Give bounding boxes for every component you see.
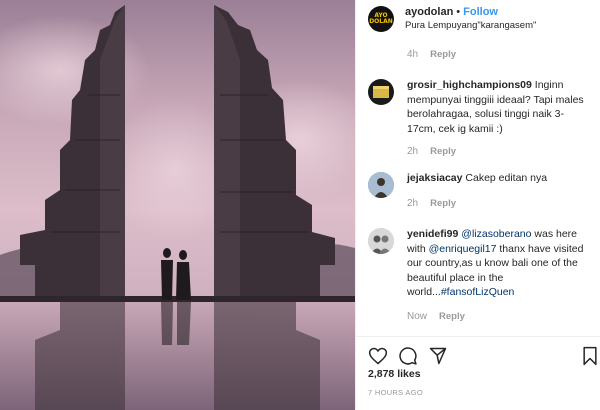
post-side-panel: AYO DOLAN ayodolan • Follow Pura Lempuyang"… xyxy=(355,0,600,410)
comment-text: Cakep editan nya xyxy=(465,172,548,184)
comment-item: jejaksiacay Cakep editan nya 2h Reply xyxy=(368,171,590,211)
post-header: AYO DOLAN ayodolan • Follow Pura Lempuyang"… xyxy=(356,0,600,37)
mention-link[interactable]: @enriquegil17 xyxy=(429,243,497,255)
hashtag-link[interactable]: #fansofLizQuen xyxy=(441,286,515,298)
post-timestamp[interactable]: 7 HOURS AGO xyxy=(368,388,423,397)
commenter-avatar[interactable] xyxy=(368,172,394,198)
author-username[interactable]: ayodolan xyxy=(405,6,453,18)
author-avatar[interactable]: AYO DOLAN xyxy=(368,5,394,32)
separator-dot: • xyxy=(456,6,461,18)
likes-count[interactable]: 2,878 likes xyxy=(368,368,421,380)
commenter-avatar[interactable] xyxy=(368,228,394,254)
commenter-username[interactable]: yenidefi99 xyxy=(407,228,458,240)
heart-icon[interactable] xyxy=(368,346,388,366)
share-icon[interactable] xyxy=(428,346,448,366)
post-photo[interactable] xyxy=(0,0,355,410)
comment-item: yenidefi99 @lizasoberano was here with @… xyxy=(368,227,590,324)
comment-time[interactable]: 2h xyxy=(407,146,418,157)
comments-list[interactable]: 4h Reply grosir_highchampions09 Inginn me… xyxy=(368,44,590,322)
caption-time[interactable]: 4h xyxy=(407,49,418,60)
reply-button[interactable]: Reply xyxy=(430,146,456,157)
reply-button[interactable]: Reply xyxy=(439,311,465,322)
box-product-icon xyxy=(373,86,389,98)
commenter-avatar[interactable] xyxy=(368,79,394,105)
temple-gate-image xyxy=(0,0,355,410)
commenter-username[interactable]: grosir_highchampions09 xyxy=(407,79,532,91)
bookmark-icon[interactable] xyxy=(580,346,600,366)
reply-button[interactable]: Reply xyxy=(430,198,456,209)
follow-button[interactable]: Follow xyxy=(463,6,498,18)
caption-footer: 4h Reply xyxy=(368,44,590,62)
reply-button[interactable]: Reply xyxy=(430,49,456,60)
commenter-username[interactable]: jejaksiacay xyxy=(407,172,462,184)
avatar-logo-text: AYO DOLAN xyxy=(369,11,393,25)
action-bar xyxy=(356,336,600,368)
person-photo-icon xyxy=(368,172,394,198)
comment-time[interactable]: 2h xyxy=(407,198,418,209)
comment-time[interactable]: Now xyxy=(407,311,427,322)
group-photo-icon xyxy=(368,228,394,254)
post-location[interactable]: Pura Lempuyang"karangasem" xyxy=(405,19,536,33)
comment-item: grosir_highchampions09 Inginn mempunyai … xyxy=(368,78,590,160)
comment-icon[interactable] xyxy=(398,346,418,366)
mention-link[interactable]: @lizasoberano xyxy=(461,228,531,240)
